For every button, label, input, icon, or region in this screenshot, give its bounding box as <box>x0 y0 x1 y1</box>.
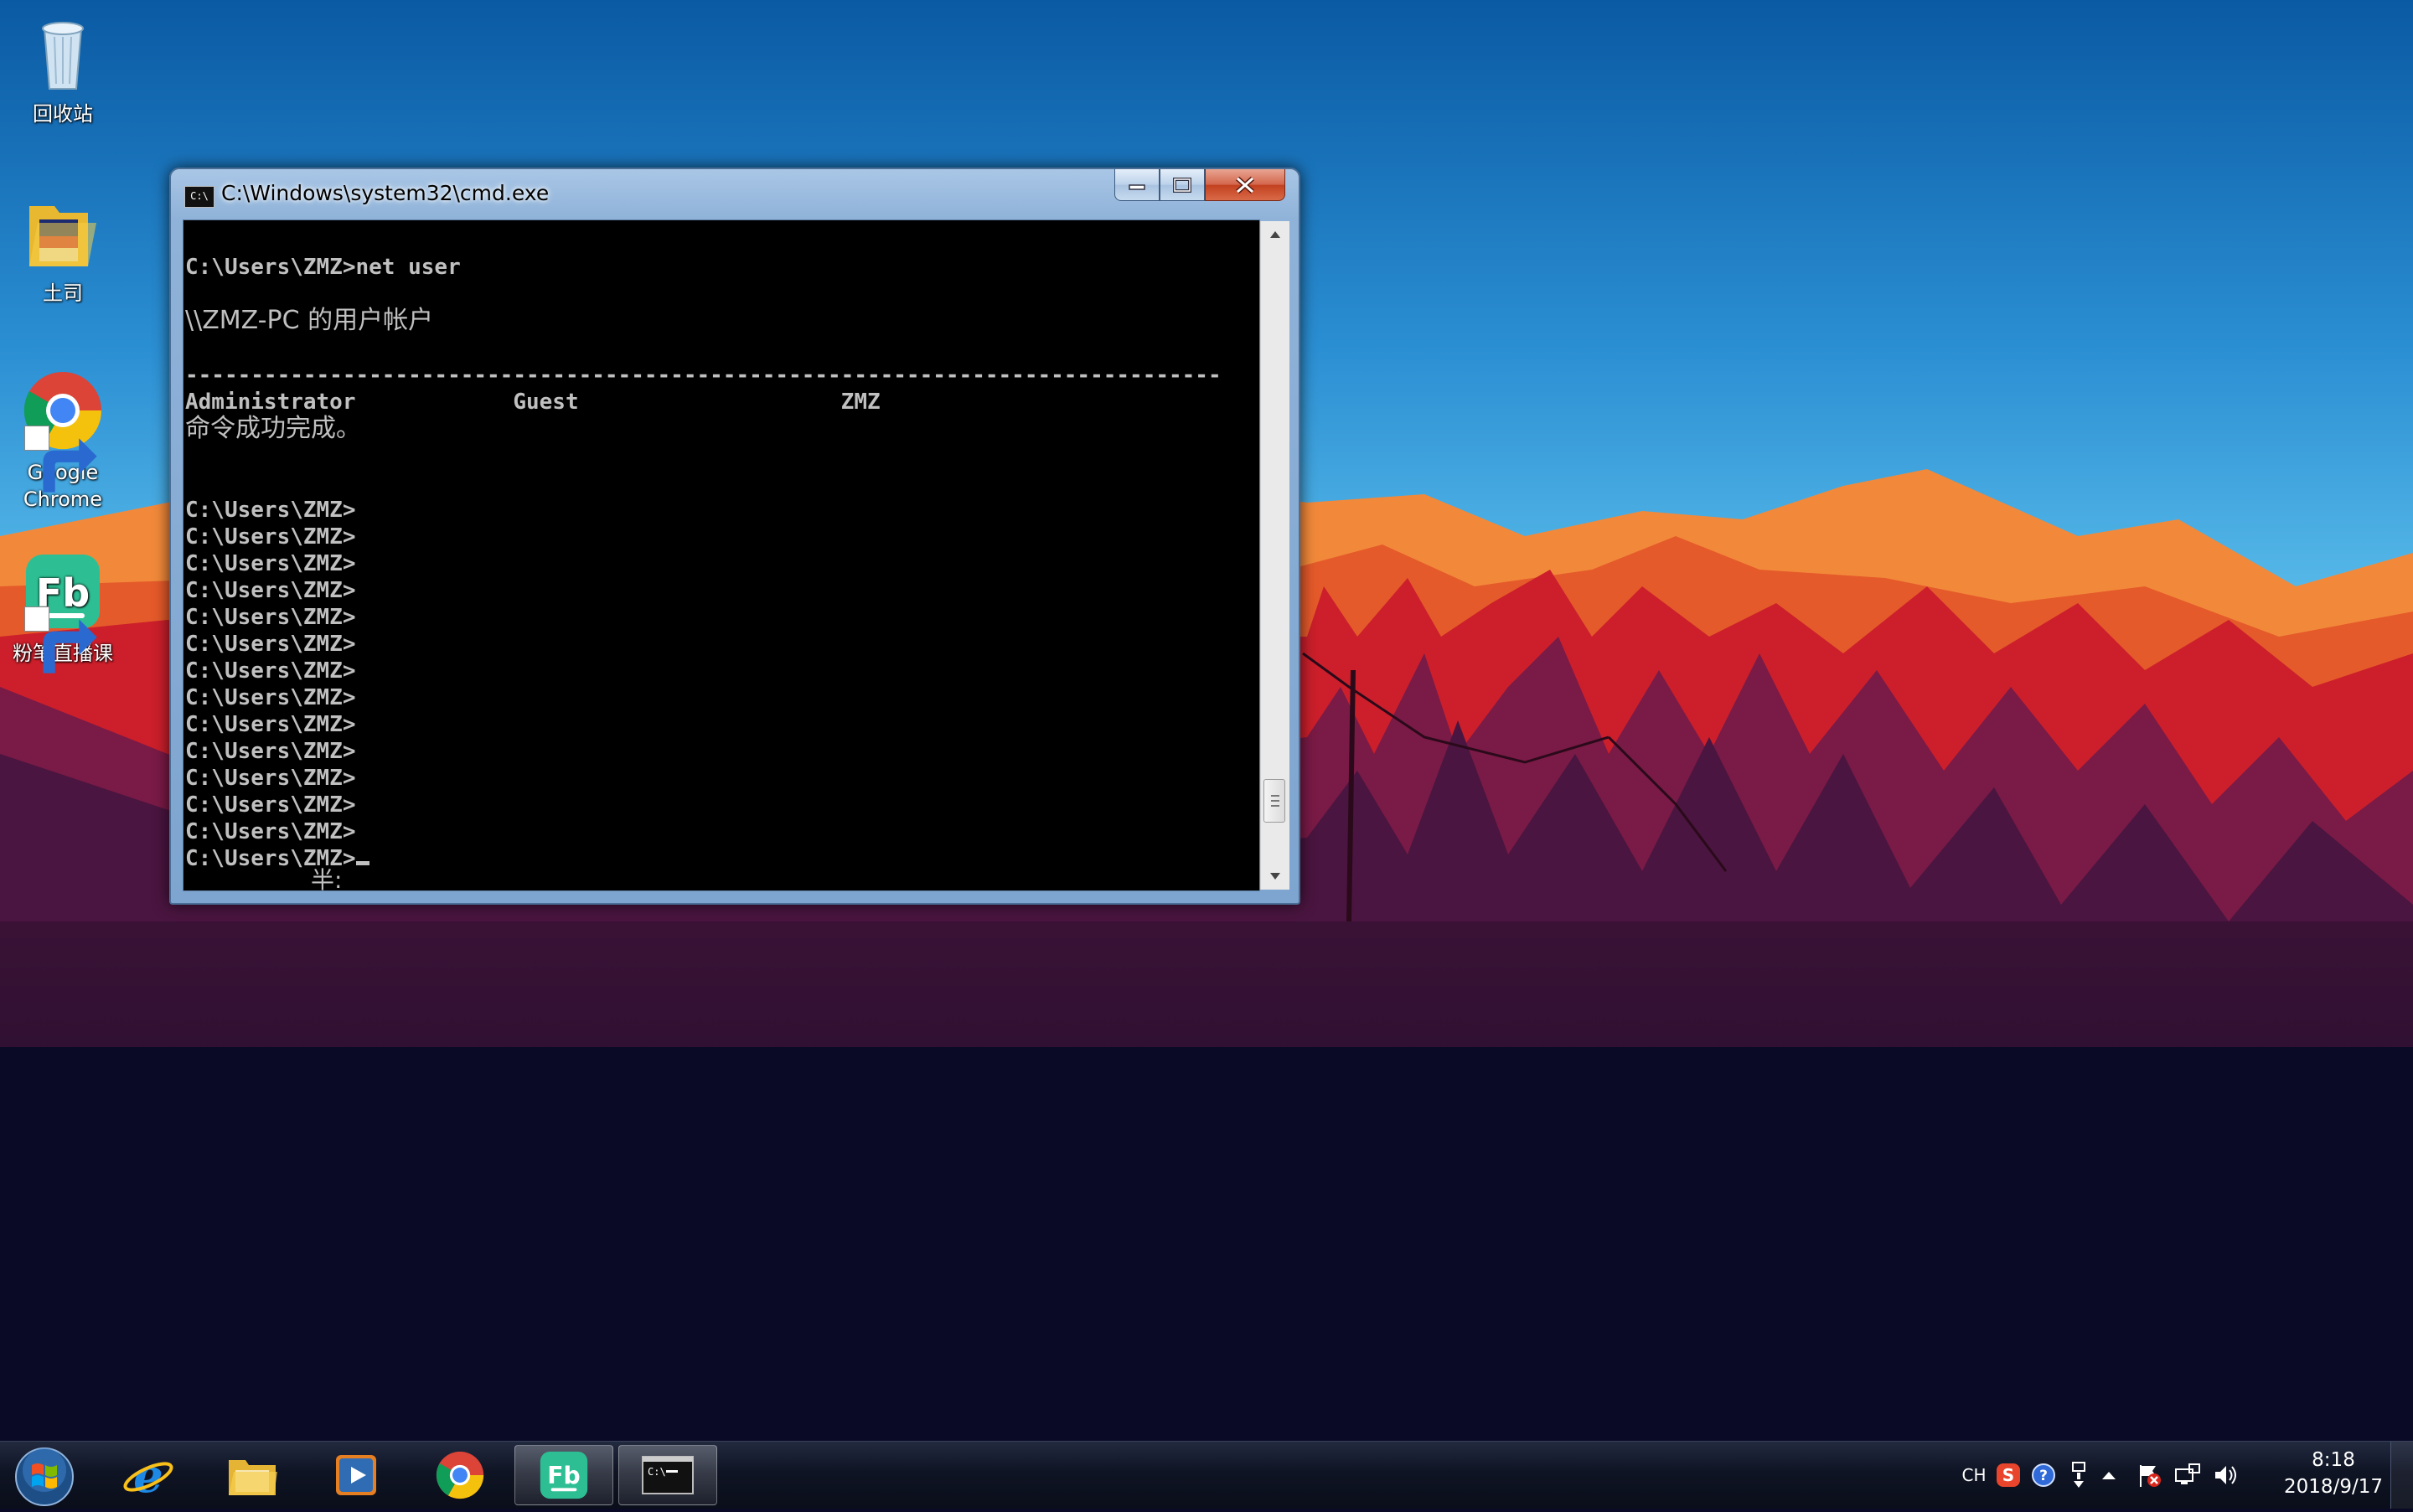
ie-icon: e <box>123 1448 173 1502</box>
chrome-icon <box>436 1451 484 1499</box>
console-line: C:\Users\ZMZ> <box>185 632 356 657</box>
text-cursor <box>355 861 369 865</box>
console-line: C:\Users\ZMZ> <box>185 792 356 818</box>
console-line: C:\Users\ZMZ> <box>185 524 356 550</box>
start-button[interactable] <box>7 1445 82 1509</box>
desktop-icon-recycle-bin[interactable]: 回收站 <box>0 10 126 127</box>
usb-icon[interactable] <box>2066 1460 2091 1490</box>
window-titlebar[interactable]: C:\ C:\Windows\system32\cmd.exe <box>171 169 1299 219</box>
shortcut-arrow-icon <box>24 606 97 673</box>
system-tray: CH S ? 8:18 2018/9/17 <box>1952 1442 2413 1509</box>
console-line: C:\Users\ZMZ> <box>185 819 356 844</box>
taskbar-app-chrome[interactable] <box>411 1445 509 1505</box>
console-text: C:\Users\ZMZ>net user \\ZMZ-PC 的用户帐户 ---… <box>185 254 1222 872</box>
maximize-button[interactable] <box>1160 169 1205 201</box>
console-line: C:\Users\ZMZ> <box>185 658 356 684</box>
console-line: 命令成功完成。 <box>185 414 361 443</box>
volume-icon[interactable] <box>2212 1460 2240 1490</box>
show-desktop-button[interactable] <box>2390 1442 2413 1509</box>
taskbar-app-cmd[interactable]: C:\ <box>618 1445 717 1505</box>
recycle-bin-icon <box>21 10 105 94</box>
svg-text:e: e <box>133 1448 163 1502</box>
close-icon <box>1236 176 1254 194</box>
close-button[interactable] <box>1205 169 1285 201</box>
svg-text:Fb: Fb <box>547 1462 580 1489</box>
folder-icon <box>229 1460 277 1495</box>
console-line: C:\Users\ZMZ> <box>185 766 356 791</box>
arrow-down-icon <box>1270 873 1280 880</box>
console-line: ----------------------------------------… <box>185 363 1222 388</box>
language-indicator[interactable]: CH <box>1957 1460 1991 1490</box>
desktop-icon-label: 回收站 <box>33 102 93 126</box>
scrollbar-thumb[interactable] <box>1263 779 1285 823</box>
shortcut-arrow-icon <box>24 426 97 493</box>
cmd-window[interactable]: C:\ C:\Windows\system32\cmd.exe C:\Users… <box>169 168 1300 905</box>
svg-text:?: ? <box>2039 1468 2048 1484</box>
taskbar-app-explorer[interactable] <box>203 1445 302 1505</box>
console-line: C:\Users\ZMZ> <box>185 739 356 764</box>
minimize-icon <box>1129 183 1145 190</box>
help-icon[interactable]: ? <box>2029 1460 2058 1490</box>
cmd-icon: C:\ <box>642 1456 694 1494</box>
console-line: C:\Users\ZMZ> <box>185 551 356 576</box>
media-player-icon <box>336 1455 376 1495</box>
arrow-up-icon <box>1270 231 1280 238</box>
maximize-icon <box>1173 177 1191 193</box>
svg-text:S: S <box>2002 1465 2014 1485</box>
desktop-icon-chrome[interactable]: Google Chrome <box>0 369 126 513</box>
windows-logo-icon <box>15 1447 74 1506</box>
sogou-icon[interactable]: S <box>1994 1460 2023 1490</box>
console-output[interactable]: C:\Users\ZMZ>net user \\ZMZ-PC 的用户帐户 ---… <box>183 219 1260 891</box>
cmd-icon[interactable]: C:\ <box>184 186 214 208</box>
console-line: C:\Users\ZMZ> <box>185 578 356 603</box>
taskbar: e Fb C:\ CH S ? 8:18 2018/9/17 <box>0 1441 2413 1509</box>
svg-text:C:\: C:\ <box>648 1466 666 1478</box>
scroll-up-button[interactable] <box>1261 221 1289 248</box>
console-line: C:\Users\ZMZ> <box>185 685 356 710</box>
console-line: C:\Users\ZMZ>net user <box>185 255 461 280</box>
console-line: C:\Users\ZMZ> <box>185 498 356 523</box>
clock[interactable]: 8:18 2018/9/17 <box>2262 1447 2405 1500</box>
chrome-icon <box>21 369 105 493</box>
network-icon[interactable] <box>2173 1460 2202 1490</box>
desktop-icon-label: 土司 <box>43 281 83 305</box>
scroll-down-button[interactable] <box>1261 863 1289 890</box>
show-hidden-icon[interactable] <box>2096 1460 2121 1490</box>
desktop-icon-fenbi[interactable]: Fb 粉笔直播课 <box>0 550 126 673</box>
taskbar-app-fenbi[interactable]: Fb <box>514 1445 613 1505</box>
vertical-scrollbar[interactable] <box>1260 221 1289 890</box>
fenbi-icon: Fb <box>21 550 105 673</box>
fenbi-icon: Fb <box>540 1451 588 1499</box>
clock-time: 8:18 <box>2312 1449 2355 1471</box>
console-line: \\ZMZ-PC 的用户帐户 <box>185 306 434 335</box>
window-title: C:\Windows\system32\cmd.exe <box>221 181 550 205</box>
taskbar-app-ie[interactable]: e <box>99 1445 198 1505</box>
ime-status: 半: <box>311 866 343 891</box>
console-line: C:\Users\ZMZ> <box>185 605 356 630</box>
clock-date: 2018/9/17 <box>2284 1476 2383 1498</box>
console-line: C:\Users\ZMZ> <box>185 712 356 737</box>
action-center-icon[interactable] <box>2135 1460 2163 1490</box>
minimize-button[interactable] <box>1114 169 1160 201</box>
taskbar-app-media-player[interactable] <box>307 1445 406 1505</box>
console-line: Administrator Guest ZMZ <box>185 390 881 415</box>
desktop-icon-folder[interactable]: 土司 <box>0 189 126 307</box>
folder-icon <box>21 189 105 273</box>
